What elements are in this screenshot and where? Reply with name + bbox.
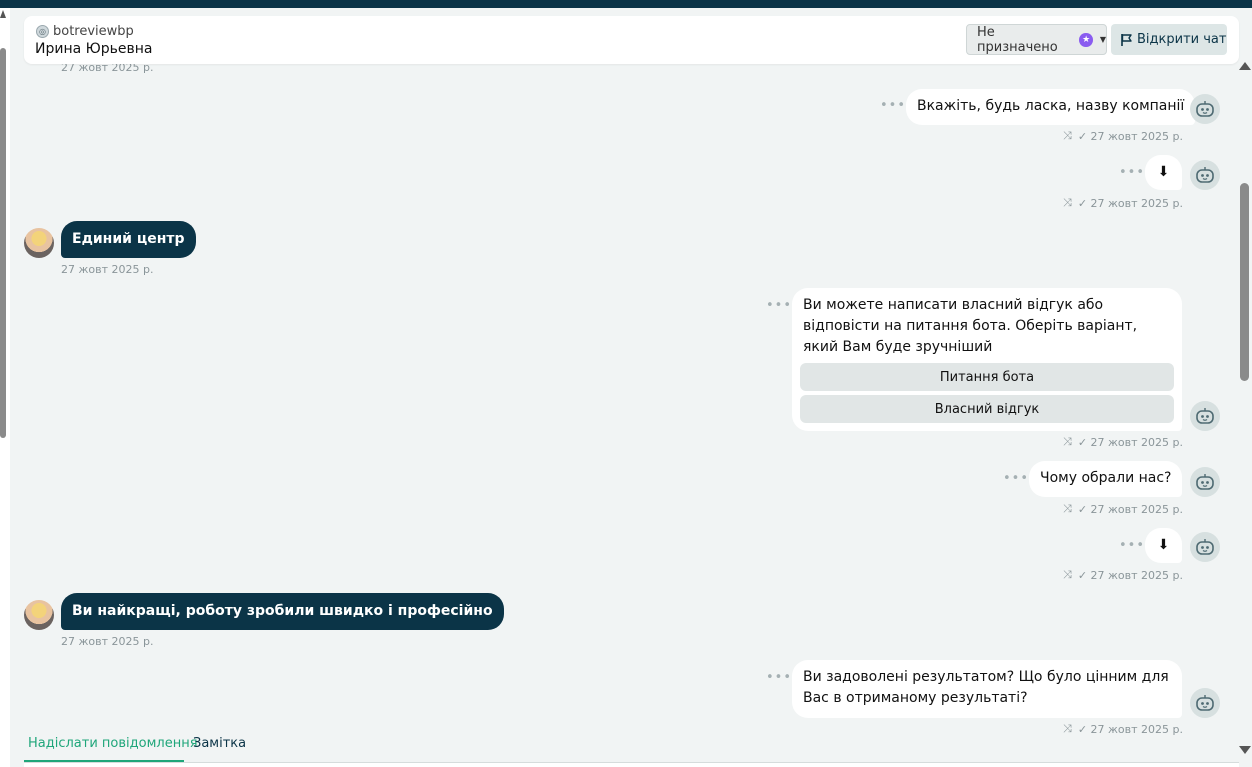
bot-message-arrow: ⬇ bbox=[1145, 528, 1182, 563]
share-icon[interactable]: ⤨ bbox=[1063, 502, 1072, 516]
message-meta: ⤨ ✓ 27 жовт 2025 р. bbox=[1063, 196, 1183, 210]
option-button-bot-questions[interactable]: Питання бота bbox=[800, 363, 1174, 391]
check-icon: ✓ bbox=[1077, 196, 1088, 210]
message-timestamp: 27 жовт 2025 р. bbox=[61, 635, 154, 648]
share-icon[interactable]: ⤨ bbox=[1063, 435, 1072, 449]
bot-message-text: Ви можете написати власний відгук або ві… bbox=[803, 297, 1138, 355]
channel-name: botreviewbp bbox=[53, 24, 134, 39]
channel-icon: ◎ bbox=[36, 25, 49, 38]
message-menu-icon[interactable]: ••• bbox=[880, 98, 906, 113]
check-icon: ✓ bbox=[1077, 502, 1088, 516]
bot-avatar-icon bbox=[1190, 532, 1220, 562]
flag-icon bbox=[1121, 33, 1132, 46]
message-meta: ⤨ ✓ 27 жовт 2025 р. bbox=[1063, 502, 1183, 516]
chat-scrollbar-track[interactable] bbox=[1236, 54, 1252, 767]
bot-message-text: Ви задоволені результатом? Що було цінни… bbox=[803, 669, 1169, 706]
tab-note[interactable]: Замітка bbox=[193, 736, 246, 751]
share-icon[interactable]: ⤨ bbox=[1063, 196, 1072, 210]
check-icon: ✓ bbox=[1077, 568, 1088, 582]
left-scrollbar-thumb[interactable] bbox=[0, 48, 6, 438]
star-icon: ★ bbox=[1079, 32, 1093, 47]
user-avatar bbox=[24, 600, 54, 630]
tab-send-message[interactable]: Надіслати повідомлення bbox=[28, 736, 198, 751]
bot-avatar-icon bbox=[1190, 688, 1220, 718]
message-meta: ⤨ ✓ 27 жовт 2025 р. bbox=[1063, 435, 1183, 449]
user-message: Единий центр bbox=[61, 221, 196, 258]
message-meta: ⤨ ✓ 27 жовт 2025 р. bbox=[1063, 568, 1183, 582]
bot-avatar-icon bbox=[1190, 94, 1220, 124]
message-timestamp: 27 жовт 2025 р. bbox=[61, 63, 154, 74]
message-menu-icon[interactable]: ••• bbox=[1119, 165, 1145, 180]
user-message: Ви найкращі, роботу зробили швидко і про… bbox=[61, 593, 504, 630]
option-button-own-review[interactable]: Власний відгук bbox=[800, 395, 1174, 423]
left-scroll-up-arrow[interactable] bbox=[0, 10, 6, 18]
bot-avatar-icon bbox=[1190, 467, 1220, 497]
chat-scrollbar-thumb[interactable] bbox=[1240, 183, 1249, 381]
channel-label: ◎ botreviewbp bbox=[36, 24, 134, 39]
assign-label: Не призначено bbox=[977, 24, 1058, 55]
bot-message: Ви задоволені результатом? Що було цінни… bbox=[792, 660, 1182, 718]
chevron-down-icon: ▼ bbox=[1099, 35, 1106, 44]
bot-avatar-icon bbox=[1190, 160, 1220, 190]
scroll-down-arrow[interactable] bbox=[1239, 746, 1251, 754]
open-chat-label: Відкрити чат bbox=[1137, 32, 1227, 47]
share-icon[interactable]: ⤨ bbox=[1063, 129, 1072, 143]
message-menu-icon[interactable]: ••• bbox=[766, 670, 792, 685]
bot-message-arrow: ⬇ bbox=[1145, 155, 1182, 190]
user-avatar bbox=[24, 228, 54, 258]
message-menu-icon[interactable]: ••• bbox=[1119, 538, 1145, 553]
check-icon: ✓ bbox=[1077, 435, 1088, 449]
message-menu-icon[interactable]: ••• bbox=[766, 298, 792, 313]
chat-header: ◎ botreviewbp Ирина Юрьевна Не призначен… bbox=[24, 16, 1239, 64]
open-chat-button[interactable]: Відкрити чат bbox=[1111, 24, 1227, 55]
contact-name: Ирина Юрьевна bbox=[35, 41, 153, 57]
message-meta: ⤨ ✓ 27 жовт 2025 р. bbox=[1063, 129, 1183, 143]
bot-message: Вкажіть, будь ласка, назву компанії bbox=[906, 89, 1196, 125]
top-bar bbox=[0, 0, 1252, 8]
bot-message: Чому обрали нас? bbox=[1029, 461, 1183, 497]
scroll-up-arrow[interactable] bbox=[1239, 62, 1251, 70]
message-timestamp: 27 жовт 2025 р. bbox=[1090, 568, 1184, 582]
check-icon: ✓ bbox=[1077, 129, 1088, 143]
share-icon[interactable]: ⤨ bbox=[1063, 568, 1072, 582]
assign-dropdown[interactable]: Не призначено ★ ▼ bbox=[966, 24, 1107, 55]
message-timestamp: 27 жовт 2025 р. bbox=[1090, 196, 1184, 210]
message-timestamp: 27 жовт 2025 р. bbox=[1090, 435, 1184, 449]
compose-area[interactable] bbox=[24, 762, 1239, 767]
message-menu-icon[interactable]: ••• bbox=[1003, 471, 1029, 486]
bot-avatar-icon bbox=[1190, 401, 1220, 431]
message-timestamp: 27 жовт 2025 р. bbox=[1090, 129, 1184, 143]
message-timestamp: 27 жовт 2025 р. bbox=[1090, 502, 1184, 516]
message-timestamp: 27 жовт 2025 р. bbox=[61, 263, 154, 276]
